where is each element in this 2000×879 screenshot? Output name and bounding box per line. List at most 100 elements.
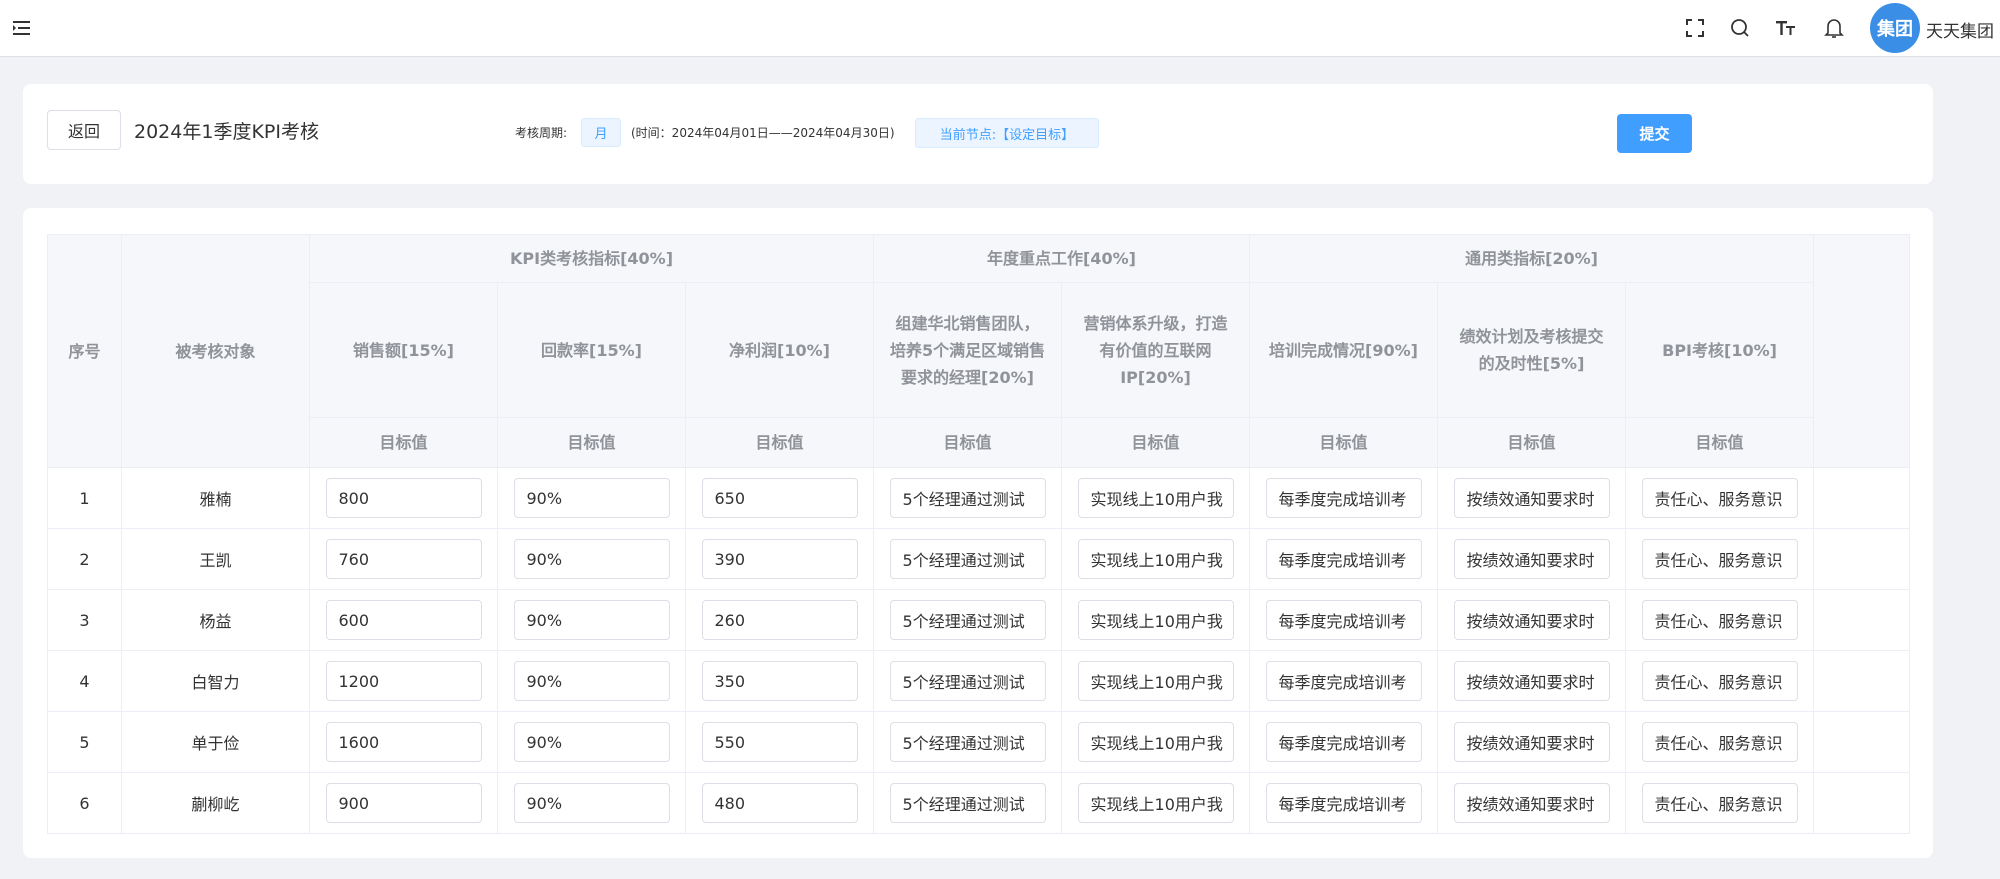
target-value-input[interactable]: 责任心、服务意识 (1641, 722, 1798, 762)
target-value-input[interactable]: 实现线上10用户我 (1077, 600, 1234, 640)
indicator-header: BPI考核[10%] (1625, 282, 1815, 418)
target-value-cell: 5个经理通过测试 (873, 650, 1063, 712)
target-value-cell: 责任心、服务意识 (1625, 711, 1815, 773)
target-value-header: 目标值 (1249, 417, 1439, 468)
target-value-input[interactable]: 90% (513, 661, 670, 701)
row-name: 单于俭 (121, 711, 310, 773)
group-header-general: 通用类指标[20%] (1249, 234, 1815, 283)
target-value-cell: 90% (497, 467, 686, 529)
search-icon[interactable] (1726, 14, 1754, 42)
target-value-cell: 责任心、服务意识 (1625, 650, 1815, 712)
submit-button[interactable]: 提交 (1617, 114, 1692, 153)
target-value-header: 目标值 (1625, 417, 1815, 468)
target-value-input[interactable]: 260 (701, 600, 858, 640)
target-value-input[interactable]: 5个经理通过测试 (889, 539, 1046, 579)
target-value-input[interactable]: 600 (325, 600, 482, 640)
avatar[interactable]: 集团 (1870, 3, 1920, 53)
target-value-input[interactable]: 760 (325, 539, 482, 579)
target-value-input[interactable]: 900 (325, 783, 482, 823)
target-value-input[interactable]: 责任心、服务意识 (1641, 539, 1798, 579)
target-value-input[interactable]: 按绩效通知要求时 (1453, 783, 1610, 823)
target-value-input[interactable]: 5个经理通过测试 (889, 722, 1046, 762)
target-value-input[interactable]: 每季度完成培训考 (1265, 783, 1422, 823)
target-value-input[interactable]: 实现线上10用户我 (1077, 661, 1234, 701)
target-value-cell: 按绩效通知要求时 (1437, 650, 1627, 712)
target-value-input[interactable]: 800 (325, 478, 482, 518)
target-value-input[interactable]: 480 (701, 783, 858, 823)
font-size-icon[interactable] (1772, 14, 1800, 42)
target-value-input[interactable]: 1600 (325, 722, 482, 762)
target-value-input[interactable]: 5个经理通过测试 (889, 783, 1046, 823)
target-value-input[interactable]: 按绩效通知要求时 (1453, 600, 1610, 640)
target-value-cell: 90% (497, 772, 686, 834)
target-value-cell: 实现线上10用户我 (1061, 467, 1251, 529)
username[interactable]: 天天集团 (1926, 17, 1994, 42)
target-value-cell: 实现线上10用户我 (1061, 772, 1251, 834)
target-value-cell: 按绩效通知要求时 (1437, 528, 1627, 590)
target-value-input[interactable]: 责任心、服务意识 (1641, 661, 1798, 701)
target-value-input[interactable]: 按绩效通知要求时 (1453, 661, 1610, 701)
target-value-input[interactable]: 实现线上10用户我 (1077, 539, 1234, 579)
target-value-input[interactable]: 5个经理通过测试 (889, 661, 1046, 701)
row-name: 白智力 (121, 650, 310, 712)
target-value-input[interactable]: 责任心、服务意识 (1641, 478, 1798, 518)
group-header-kpi: KPI类考核指标[40%] (308, 234, 875, 283)
target-value-input[interactable]: 责任心、服务意识 (1641, 600, 1798, 640)
target-value-input[interactable]: 每季度完成培训考 (1265, 478, 1422, 518)
target-value-cell: 按绩效通知要求时 (1437, 589, 1627, 651)
target-value-input[interactable]: 1200 (325, 661, 482, 701)
target-value-input[interactable]: 90% (513, 783, 670, 823)
target-value-cell: 550 (684, 711, 875, 773)
target-value-input[interactable]: 90% (513, 600, 670, 640)
target-value-input[interactable]: 90% (513, 722, 670, 762)
target-value-cell: 760 (309, 528, 498, 590)
target-value-cell: 5个经理通过测试 (873, 772, 1063, 834)
top-bar: 集团 天天集团 (0, 0, 2000, 57)
row-name: 雅楠 (121, 467, 310, 529)
bell-icon[interactable] (1820, 14, 1848, 42)
group-header-key-work: 年度重点工作[40%] (873, 234, 1251, 283)
back-button[interactable]: 返回 (47, 110, 121, 150)
kpi-table-card: 序号 被考核对象 KPI类考核指标[40%] 年度重点工作[40%] 通用类指标… (23, 208, 1933, 858)
target-value-input[interactable]: 每季度完成培训考 (1265, 539, 1422, 579)
target-value-cell: 900 (309, 772, 498, 834)
target-value-input[interactable]: 实现线上10用户我 (1077, 478, 1234, 518)
target-value-input[interactable]: 5个经理通过测试 (889, 600, 1046, 640)
target-value-cell: 每季度完成培训考 (1249, 650, 1439, 712)
row-name: 杨益 (121, 589, 310, 651)
target-value-cell: 90% (497, 589, 686, 651)
target-value-input[interactable]: 每季度完成培训考 (1265, 600, 1422, 640)
target-value-input[interactable]: 每季度完成培训考 (1265, 722, 1422, 762)
target-value-input[interactable]: 5个经理通过测试 (889, 478, 1046, 518)
target-value-input[interactable]: 90% (513, 478, 670, 518)
fullscreen-icon[interactable] (1681, 14, 1709, 42)
kpi-table-body: 1 雅楠 800 90% 650 5个经理通过测试 实现线上10用户我 每季度完成培训考 按绩效… (47, 467, 1911, 834)
blank-cell (1813, 650, 1911, 712)
target-value-cell: 1200 (309, 650, 498, 712)
target-value-header: 目标值 (1061, 417, 1251, 468)
target-value-cell: 责任心、服务意识 (1625, 528, 1815, 590)
target-value-input[interactable]: 责任心、服务意识 (1641, 783, 1798, 823)
row-index: 6 (47, 772, 122, 834)
kpi-table: 序号 被考核对象 KPI类考核指标[40%] 年度重点工作[40%] 通用类指标… (47, 234, 1911, 834)
target-value-input[interactable]: 实现线上10用户我 (1077, 783, 1234, 823)
target-value-input[interactable]: 550 (701, 722, 858, 762)
target-value-input[interactable]: 按绩效通知要求时 (1453, 722, 1610, 762)
target-value-input[interactable]: 650 (701, 478, 858, 518)
target-value-input[interactable]: 按绩效通知要求时 (1453, 539, 1610, 579)
menu-fold-icon[interactable] (12, 18, 32, 38)
target-value-input[interactable]: 按绩效通知要求时 (1453, 478, 1610, 518)
target-value-input[interactable]: 90% (513, 539, 670, 579)
target-value-input[interactable]: 每季度完成培训考 (1265, 661, 1422, 701)
target-value-cell: 5个经理通过测试 (873, 528, 1063, 590)
target-value-input[interactable]: 350 (701, 661, 858, 701)
row-name: 蒯柳屹 (121, 772, 310, 834)
target-value-header: 目标值 (309, 417, 498, 468)
target-value-input[interactable]: 390 (701, 539, 858, 579)
target-value-cell: 260 (684, 589, 875, 651)
table-row: 3 杨益 600 90% 260 5个经理通过测试 实现线上10用户我 每季度完成培训考 按绩效… (47, 589, 1911, 651)
target-value-cell: 390 (684, 528, 875, 590)
blank-cell (1813, 772, 1911, 834)
target-value-cell: 650 (684, 467, 875, 529)
target-value-input[interactable]: 实现线上10用户我 (1077, 722, 1234, 762)
